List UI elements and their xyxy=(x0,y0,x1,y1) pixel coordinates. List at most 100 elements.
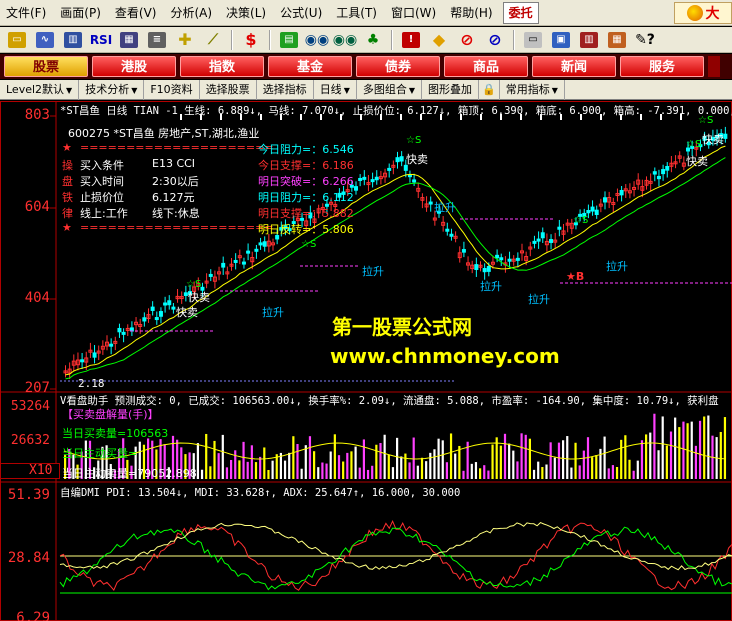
menu-file[interactable]: 文件(F) xyxy=(0,0,54,26)
fb-common-indicators[interactable]: 常用指标 ▼ xyxy=(500,79,565,100)
tab-service[interactable]: 服务 xyxy=(620,56,704,77)
volume-bar xyxy=(267,469,270,479)
market-tab-bar: 股票 港股 指数 基金 债券 商品 新闻 服务 xyxy=(0,54,732,79)
volume-bar xyxy=(520,433,523,479)
volume-day-active-sell: 当日主动卖量=79052.898 xyxy=(62,467,197,480)
lines-icon[interactable]: ≡ xyxy=(144,29,170,51)
fb-tech-analysis[interactable]: 技术分析 ▼ xyxy=(79,79,145,100)
candle-body xyxy=(619,190,624,196)
tab-bonds[interactable]: 债券 xyxy=(356,56,440,77)
bell-icon[interactable]: ♣ xyxy=(360,29,386,51)
menu-decision[interactable]: 决策(L) xyxy=(220,0,274,26)
volume-bar xyxy=(661,416,664,479)
candle-body xyxy=(395,157,400,163)
cards-icon[interactable]: ▤ xyxy=(276,29,302,51)
dmi-axis-label: 51.39 xyxy=(7,487,50,503)
volume-bar xyxy=(474,462,478,479)
volume-bar xyxy=(425,461,428,479)
tab-commodities[interactable]: 商品 xyxy=(444,56,528,77)
volume-bar xyxy=(275,454,278,479)
menu-bar: 文件(F) 画面(P) 查看(V) 分析(A) 决策(L) 公式(U) 工具(T… xyxy=(0,0,732,26)
menu-view-screen[interactable]: 画面(P) xyxy=(54,0,109,26)
chart-area[interactable]: 803 604 404 207 *ST昌鱼 日线 TIAN -1 生线: 6.8… xyxy=(0,101,732,621)
volume-bar xyxy=(333,434,336,479)
volume-bar xyxy=(263,447,266,479)
tab-hk-stocks[interactable]: 港股 xyxy=(92,56,176,77)
candle-body xyxy=(109,343,114,347)
pencil-icon[interactable]: ✚ xyxy=(172,29,198,51)
menu-tools[interactable]: 工具(T) xyxy=(330,0,385,26)
tab-news[interactable]: 新闻 xyxy=(532,56,616,77)
stock-info-title: 600275 *ST昌鱼 房地产,ST,湖北,渔业 xyxy=(68,127,260,140)
fb-level2-default[interactable]: Level2默认 ▼ xyxy=(0,79,80,100)
tab-funds[interactable]: 基金 xyxy=(268,56,352,77)
volume-bar xyxy=(441,440,444,479)
rsi-icon[interactable]: RSI xyxy=(88,29,114,51)
fb-f10-info[interactable]: F10资料 xyxy=(144,79,200,100)
help-icon[interactable]: ✎? xyxy=(632,29,658,51)
volume-bar xyxy=(532,469,536,479)
menu-window[interactable]: 窗口(W) xyxy=(385,0,444,26)
dollar-icon[interactable]: $ xyxy=(238,29,264,51)
watermark-url: www.chnmoney.com xyxy=(330,344,560,368)
menu-entrust[interactable]: 委托 xyxy=(502,1,539,24)
chart-icon[interactable]: ∿ xyxy=(32,29,58,51)
volume-bar xyxy=(420,457,424,479)
fb-daily-line[interactable]: 日线 ▼ xyxy=(314,79,357,100)
rule-label: 买入条件 xyxy=(80,159,124,172)
sr-level: 今日阻力=：6.546 xyxy=(258,143,354,156)
candle-body xyxy=(154,317,159,321)
candle-body xyxy=(482,268,487,273)
menu-analysis[interactable]: 分析(A) xyxy=(164,0,220,26)
fb-overlay[interactable]: 图形叠加 xyxy=(422,79,479,100)
volume-bar xyxy=(462,470,465,479)
fb-select-indicator[interactable]: 选择指标 xyxy=(257,79,314,100)
sr-level: 明日阻力=：6.112 xyxy=(258,191,354,204)
alert-icon[interactable]: ! xyxy=(398,29,424,51)
note-icon[interactable]: ▭ xyxy=(520,29,546,51)
rule-value: E13 CCI xyxy=(152,157,196,170)
volume-bar xyxy=(375,444,378,479)
fb-multi-chart[interactable]: 多图组合 ▼ xyxy=(357,79,422,100)
volume-bar xyxy=(479,468,482,479)
rule-label: ===================== xyxy=(80,141,274,154)
diamond-icon[interactable]: ◆ xyxy=(426,29,452,51)
open-icon[interactable]: ▭ xyxy=(4,29,30,51)
menu-view[interactable]: 查看(V) xyxy=(109,0,165,26)
screen-icon[interactable]: ▣ xyxy=(548,29,574,51)
fb-select-stock[interactable]: 选择股票 xyxy=(200,79,257,100)
toolbar-separator xyxy=(231,29,233,50)
volume-bar xyxy=(213,440,216,479)
palette-icon[interactable]: ▦ xyxy=(604,29,630,51)
ruler-icon[interactable]: ⟋ xyxy=(200,29,226,51)
candle-body xyxy=(445,228,450,232)
circle-no-icon[interactable]: ⊘ xyxy=(454,29,480,51)
volume-scale-label: X10 xyxy=(0,463,60,479)
volume-bar xyxy=(524,434,527,479)
volume-bar xyxy=(304,445,307,479)
volume-header: V看盘助手 预测成交: 0, 已成交: 106563.00↓, 换手率%: 2.… xyxy=(60,395,719,407)
signal-up: 拉升 xyxy=(480,280,502,293)
volume-bar xyxy=(624,435,627,479)
signal-up: 拉升 xyxy=(362,265,384,278)
grid-icon[interactable]: ▦ xyxy=(116,29,142,51)
dmi-header: 自编DMI PDI: 13.504↓, MDI: 33.628↑, ADX: 2… xyxy=(60,487,461,499)
menu-formula[interactable]: 公式(U) xyxy=(274,0,330,26)
menu-help[interactable]: 帮助(H) xyxy=(444,0,500,26)
tab-stocks[interactable]: 股票 xyxy=(4,56,88,77)
main-chart-header: *ST昌鱼 日线 TIAN -1 生线: 6.889↓, 马线: 7.070↓,… xyxy=(60,105,732,117)
toolbar-separator xyxy=(269,29,271,50)
fb-lock-icon[interactable]: 🔒 xyxy=(479,79,500,100)
circle-no2-icon[interactable]: ⊘ xyxy=(482,29,508,51)
signal-star: ☆S xyxy=(698,115,714,126)
binoculars-icon[interactable]: ◉◉ xyxy=(304,29,330,51)
books-icon[interactable]: ▥ xyxy=(576,29,602,51)
volume-bar xyxy=(632,470,635,479)
price-axis-label: 803 xyxy=(24,107,50,123)
bar-chart-icon[interactable]: ▥ xyxy=(60,29,86,51)
volume-bar xyxy=(595,455,598,479)
binoculars2-icon[interactable]: ◉◉ xyxy=(332,29,358,51)
watermark-title: 第一股票公式网 xyxy=(332,315,472,339)
volume-bar xyxy=(491,444,494,479)
tab-index[interactable]: 指数 xyxy=(180,56,264,77)
